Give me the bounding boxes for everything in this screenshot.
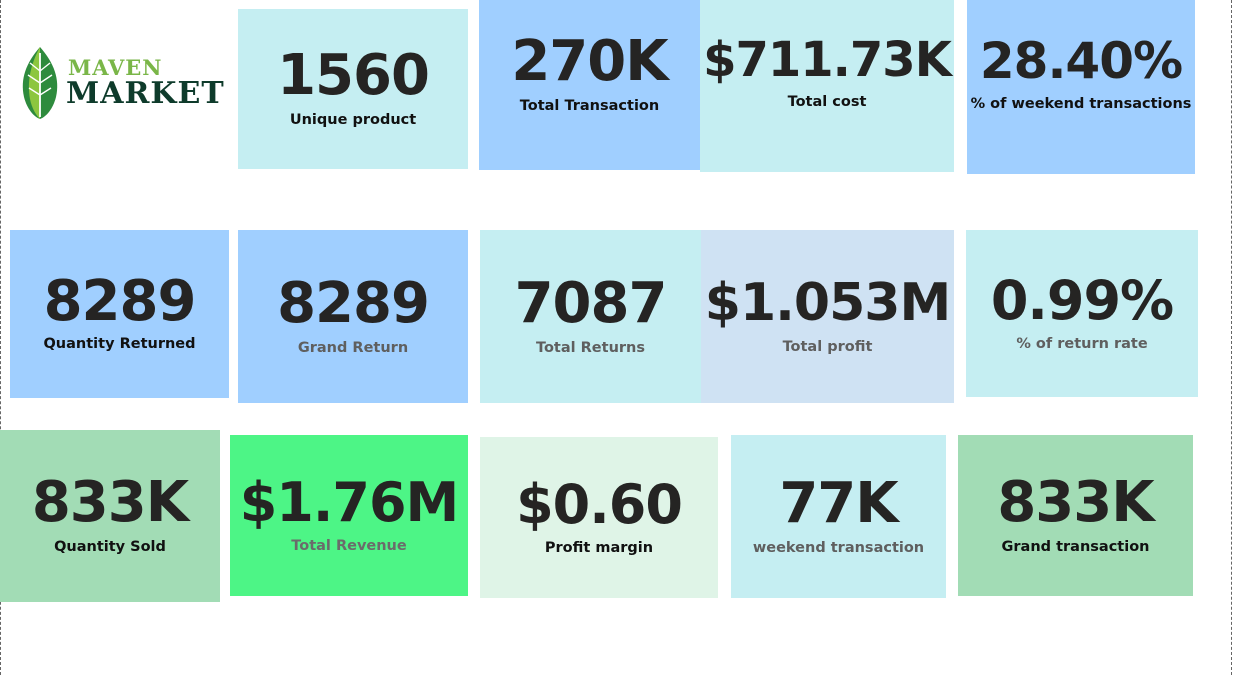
leaf-icon: [22, 47, 58, 119]
kpi-value: $711.73K: [703, 32, 952, 89]
kpi-value: 833K: [31, 470, 189, 536]
kpi-label: Unique product: [289, 112, 417, 129]
card-weekend-percent[interactable]: 28.40% % of weekend transactions: [967, 0, 1195, 174]
maven-market-logo: MAVEN MARKET: [20, 44, 236, 122]
kpi-label: Total cost: [787, 94, 867, 111]
card-quantity-returned[interactable]: 8289 Quantity Returned: [10, 230, 229, 398]
kpi-value: $0.60: [516, 472, 683, 536]
card-grand-transaction[interactable]: 833K Grand transaction: [958, 435, 1193, 596]
kpi-label: Total Revenue: [291, 537, 407, 554]
dashboard-page: MAVEN MARKET 1560 Unique product 270K To…: [0, 0, 1234, 675]
kpi-value: 270K: [511, 29, 668, 95]
card-grand-return[interactable]: 8289 Grand Return: [238, 230, 468, 403]
kpi-label: % of weekend transactions: [970, 96, 1192, 113]
kpi-value: 0.99%: [990, 268, 1174, 332]
card-weekend-transaction[interactable]: 77K weekend transaction: [731, 435, 946, 598]
kpi-label: Total Transaction: [519, 98, 660, 115]
logo-text-market: MARKET: [66, 76, 225, 111]
kpi-value: 7087: [514, 270, 668, 336]
canvas-border-right: [1231, 0, 1232, 675]
kpi-label: Total profit: [782, 338, 873, 355]
card-unique-product[interactable]: 1560 Unique product: [238, 9, 468, 169]
card-quantity-sold[interactable]: 833K Quantity Sold: [0, 430, 220, 602]
kpi-value: 28.40%: [979, 32, 1183, 91]
kpi-label: Grand transaction: [1001, 538, 1150, 555]
kpi-label: Profit margin: [544, 539, 654, 556]
card-profit-margin[interactable]: $0.60 Profit margin: [480, 437, 718, 598]
kpi-value: 77K: [779, 470, 898, 536]
card-total-profit[interactable]: $1.053M Total profit: [701, 230, 954, 403]
card-total-revenue[interactable]: $1.76M Total Revenue: [230, 435, 468, 596]
kpi-label: Total Returns: [535, 339, 646, 356]
kpi-value: $1.76M: [239, 470, 460, 534]
kpi-value: 8289: [277, 270, 430, 336]
logo-text-maven: MAVEN: [68, 55, 163, 80]
kpi-label: Quantity Returned: [43, 336, 196, 353]
kpi-value: 833K: [997, 469, 1154, 535]
card-return-rate[interactable]: 0.99% % of return rate: [966, 230, 1198, 397]
kpi-label: Quantity Sold: [54, 539, 166, 556]
card-total-transaction[interactable]: 270K Total Transaction: [479, 0, 700, 170]
kpi-value: 1560: [277, 43, 430, 109]
kpi-value: 8289: [43, 269, 197, 335]
kpi-label: weekend transaction: [752, 539, 925, 556]
kpi-value: $1.053M: [704, 272, 951, 333]
card-total-returns[interactable]: 7087 Total Returns: [480, 230, 701, 403]
kpi-label: % of return rate: [1016, 335, 1148, 352]
kpi-label: Grand Return: [297, 339, 409, 356]
card-total-cost[interactable]: $711.73K Total cost: [700, 0, 954, 172]
